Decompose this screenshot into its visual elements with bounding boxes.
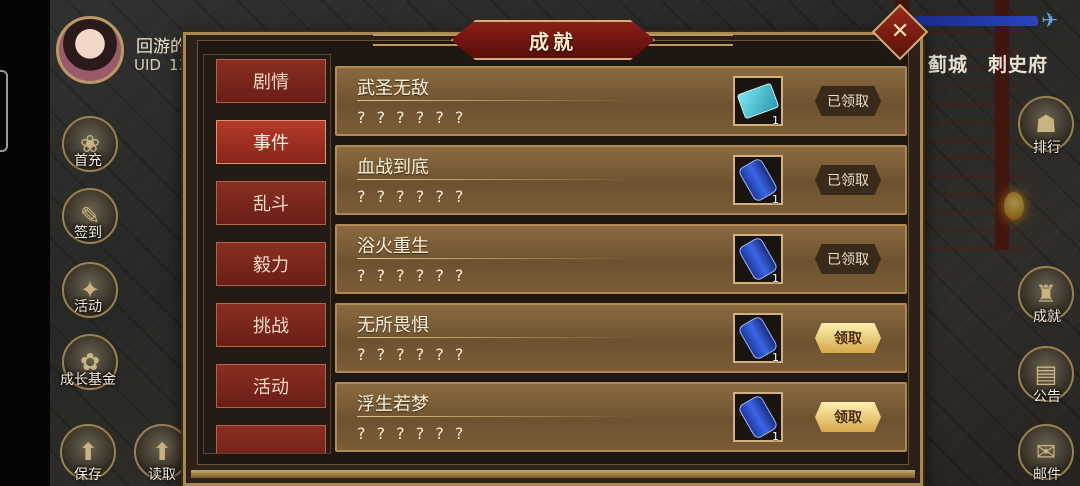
achievement-desc: ? ? ? ? ? ? — [357, 266, 467, 285]
achievement-dialog: 成就 ✕ 剧情 事件 乱斗 毅力 挑战 活动 武圣无敌 ? ? ? ? ? ? … — [183, 3, 929, 486]
divider — [357, 100, 637, 101]
tab-challenge[interactable]: 挑战 — [216, 303, 326, 347]
divider — [357, 337, 637, 338]
achievement-row: 武圣无敌 ? ? ? ? ? ? 1 已领取 — [335, 66, 907, 136]
save-label: 保存 — [74, 467, 102, 483]
category-tabs: 剧情 事件 乱斗 毅力 挑战 活动 — [203, 54, 331, 454]
sign-in-label: 签到 — [74, 225, 102, 241]
achievement-row: 血战到底 ? ? ? ? ? ? 1 已领取 — [335, 145, 907, 215]
first-recharge-label: 首充 — [74, 153, 102, 169]
achievement-name: 血战到底 — [357, 157, 429, 178]
reward-count: 1 — [772, 114, 779, 127]
screen-edge-bar — [0, 0, 50, 486]
reward-count: 1 — [772, 430, 779, 443]
tab-perseverance[interactable]: 毅力 — [216, 242, 326, 286]
achievement-row: 浴火重生 ? ? ? ? ? ? 1 已领取 — [335, 224, 907, 294]
reward-slot[interactable]: 1 — [733, 234, 783, 285]
edge-handle[interactable] — [0, 70, 8, 152]
reward-slot[interactable]: 1 — [733, 155, 783, 206]
achievement-desc: ? ? ? ? ? ? — [357, 108, 467, 127]
achievement-list[interactable]: 武圣无敌 ? ? ? ? ? ? 1 已领取 血战到底 ? ? ? ? ? ? … — [335, 64, 907, 458]
city-labels: 蓟城 刺史府 — [928, 50, 1068, 77]
achievement-row: 无所畏惧 ? ? ? ? ? ? 1 领取 — [335, 303, 907, 373]
event-label: 活动 — [74, 299, 102, 315]
claimed-button[interactable]: 已领取 — [815, 244, 881, 274]
notice-label: 公告 — [1033, 389, 1061, 405]
achievement-desc: ? ? ? ? ? ? — [357, 424, 467, 443]
divider — [357, 258, 637, 259]
achievement-icon: ♜ — [1035, 280, 1057, 308]
city-label-cishifu[interactable]: 刺史府 — [988, 54, 1048, 76]
uid-label: UID — [134, 56, 161, 74]
reward-slot[interactable]: 1 — [733, 313, 783, 364]
divider — [357, 179, 637, 180]
achievement-desc: ? ? ? ? ? ? — [357, 187, 467, 206]
load-icon: ⬆ — [151, 438, 173, 466]
divider — [357, 416, 637, 417]
claimed-button[interactable]: 已领取 — [815, 165, 881, 195]
save-icon: ⬆ — [77, 438, 99, 466]
ranking-icon: ☗ — [1035, 110, 1057, 138]
mail-label: 邮件 — [1033, 467, 1061, 483]
growth-fund-label: 成长基金 — [60, 372, 116, 388]
dialog-bottom-rail — [191, 470, 915, 478]
reward-count: 1 — [772, 272, 779, 285]
claimed-button[interactable]: 已领取 — [815, 86, 881, 116]
tab-activity[interactable]: 活动 — [216, 364, 326, 408]
achievement-desc: ? ? ? ? ? ? — [357, 345, 467, 364]
bird-icon: ✈ — [1041, 8, 1058, 32]
mail-icon: ✉ — [1035, 438, 1057, 466]
player-avatar[interactable] — [56, 16, 124, 84]
reward-count: 1 — [772, 193, 779, 206]
claim-button[interactable]: 领取 — [815, 402, 881, 432]
reward-count: 1 — [772, 351, 779, 364]
title-banner: 成就 — [451, 20, 655, 60]
reward-slot[interactable]: 1 — [733, 392, 783, 443]
reward-slot[interactable]: 1 — [733, 76, 783, 127]
achievement-name: 浴火重生 — [357, 236, 429, 257]
achievement-name: 无所畏惧 — [357, 315, 429, 336]
achievement-name: 武圣无敌 — [357, 78, 429, 99]
notice-icon: ▤ — [1034, 360, 1058, 388]
achievement-name: 浮生若梦 — [357, 394, 429, 415]
tab-event[interactable]: 事件 — [216, 120, 326, 164]
dialog-title: 成就 — [529, 29, 577, 54]
achievement-label: 成就 — [1033, 309, 1061, 325]
claim-button[interactable]: 领取 — [815, 323, 881, 353]
achievement-row: 浮生若梦 ? ? ? ? ? ? 1 领取 — [335, 382, 907, 452]
resource-bar — [914, 16, 1038, 26]
tab-partial[interactable] — [216, 425, 326, 453]
ranking-label: 排行 — [1033, 140, 1061, 156]
tab-brawl[interactable]: 乱斗 — [216, 181, 326, 225]
close-icon: ✕ — [890, 19, 910, 44]
city-label-jicheng[interactable]: 蓟城 — [928, 54, 968, 76]
tab-story[interactable]: 剧情 — [216, 59, 326, 103]
